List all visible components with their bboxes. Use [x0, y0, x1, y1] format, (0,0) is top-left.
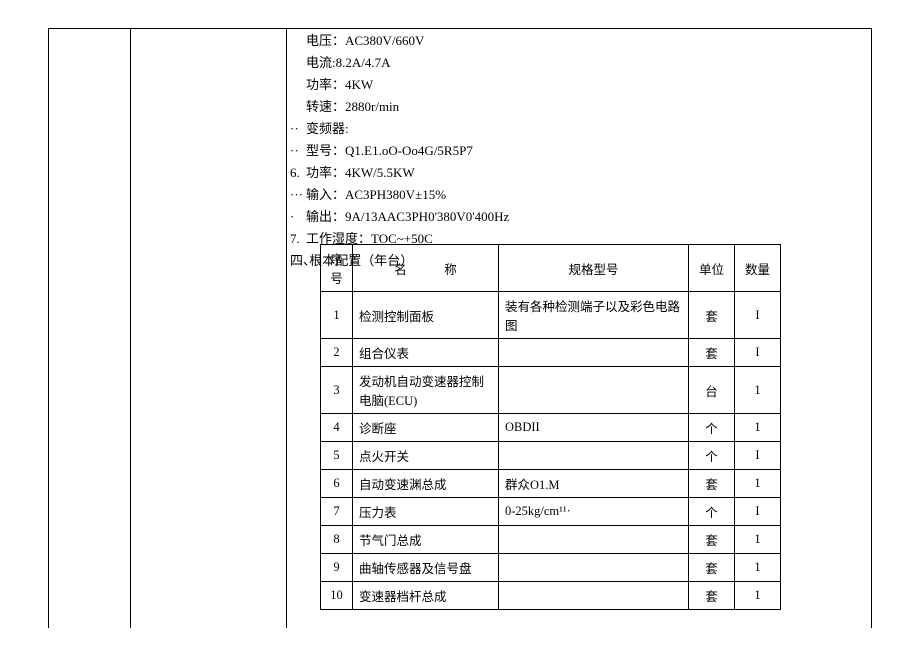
cell-seq: 1 [321, 292, 353, 339]
cell-qty: 1 [735, 367, 781, 414]
cell-name: 节气门总成 [353, 526, 499, 554]
cell-seq: 4 [321, 414, 353, 442]
cell-seq: 8 [321, 526, 353, 554]
spec-label: ··· [290, 184, 306, 206]
cell-spec [499, 554, 689, 582]
table-row: 8节气门总成 套1 [321, 526, 781, 554]
spec-text: 输出：9A/13AAC3PH0'380V0'400Hz [306, 206, 509, 228]
cell-unit: 套 [689, 526, 735, 554]
cell-qty: I [735, 442, 781, 470]
table-row: 1检测控制面板装有各种检测端子以及彩色电路图套I [321, 292, 781, 339]
table-row: 10变速器档杆总成 套1 [321, 582, 781, 610]
cell-seq: 5 [321, 442, 353, 470]
cell-unit: 个 [689, 442, 735, 470]
spec-line: 功率：4KW [290, 74, 870, 96]
cell-unit: 台 [689, 367, 735, 414]
cell-unit: 套 [689, 470, 735, 498]
table-row: 9曲轴传感器及信号盘 套1 [321, 554, 781, 582]
spec-line: ···输入：AC3PH380V±15% [290, 184, 870, 206]
col-header-spec: 规格型号 [499, 245, 689, 292]
cell-qty: 1 [735, 554, 781, 582]
cell-spec: OBDII [499, 414, 689, 442]
spec-label: · [290, 206, 306, 228]
cell-qty: I [735, 292, 781, 339]
cell-seq: 7 [321, 498, 353, 526]
cell-unit: 个 [689, 414, 735, 442]
cell-name: 检测控制面板 [353, 292, 499, 339]
cell-spec [499, 367, 689, 414]
cell-seq: 9 [321, 554, 353, 582]
spec-text: 电流:8.2A/4.7A [306, 52, 391, 74]
spec-text: 功率：4KW [306, 74, 373, 96]
cell-seq: 3 [321, 367, 353, 414]
cell-qty: 1 [735, 470, 781, 498]
cell-spec [499, 339, 689, 367]
col-header-qty: 数量 [735, 245, 781, 292]
cell-unit: 套 [689, 582, 735, 610]
cell-unit: 套 [689, 554, 735, 582]
col-header-seq: 序号 [321, 245, 353, 292]
spec-list: 电压：AC380V/660V电流:8.2A/4.7A功率：4KW转速：2880r… [290, 30, 870, 272]
col-header-name: 名 称 [353, 245, 499, 292]
cell-seq: 2 [321, 339, 353, 367]
spec-line: 转速：2880r/min [290, 96, 870, 118]
cell-spec [499, 582, 689, 610]
table-row: 3发动机自动变速器控制电脑(ECU) 台1 [321, 367, 781, 414]
cell-name: 诊断座 [353, 414, 499, 442]
config-table: 序号 名 称 规格型号 单位 数量 1检测控制面板装有各种检测端子以及彩色电路图… [320, 244, 781, 610]
cell-qty: I [735, 498, 781, 526]
cell-spec [499, 442, 689, 470]
table-row: 5点火开关 个I [321, 442, 781, 470]
cell-name: 点火开关 [353, 442, 499, 470]
cell-seq: 6 [321, 470, 353, 498]
cell-name: 组合仪表 [353, 339, 499, 367]
spec-text: 变频器: [306, 118, 349, 140]
spec-line: ··变频器: [290, 118, 870, 140]
spec-label: ·· [290, 118, 306, 140]
cell-qty: 1 [735, 526, 781, 554]
cell-spec [499, 526, 689, 554]
spec-text: 电压：AC380V/660V [306, 30, 424, 52]
cell-seq: 10 [321, 582, 353, 610]
spec-text: 功率：4KW/5.5KW [306, 162, 415, 184]
table-row: 4诊断座OBDII个1 [321, 414, 781, 442]
cell-name: 压力表 [353, 498, 499, 526]
col-header-unit: 单位 [689, 245, 735, 292]
spec-line: 6.功率：4KW/5.5KW [290, 162, 870, 184]
spec-line: 电流:8.2A/4.7A [290, 52, 870, 74]
cell-unit: 个 [689, 498, 735, 526]
spec-line: ·输出：9A/13AAC3PH0'380V0'400Hz [290, 206, 870, 228]
spec-text: 输入：AC3PH380V±15% [306, 184, 446, 206]
spec-text: 转速：2880r/min [306, 96, 399, 118]
spec-label: ·· [290, 140, 306, 162]
cell-name: 曲轴传感器及信号盘 [353, 554, 499, 582]
table-row: 2组合仪表 套I [321, 339, 781, 367]
cell-name: 变速器档杆总成 [353, 582, 499, 610]
cell-qty: 1 [735, 582, 781, 610]
cell-qty: I [735, 339, 781, 367]
cell-spec: 装有各种检测端子以及彩色电路图 [499, 292, 689, 339]
spec-label: 7. [290, 228, 306, 250]
table-row: 7压力表0-25kg/cm¹¹·个I [321, 498, 781, 526]
spec-line: 电压：AC380V/660V [290, 30, 870, 52]
table-header-row: 序号 名 称 规格型号 单位 数量 [321, 245, 781, 292]
cell-unit: 套 [689, 292, 735, 339]
cell-qty: 1 [735, 414, 781, 442]
cell-name: 自动变速渊总成 [353, 470, 499, 498]
spec-label: 6. [290, 162, 306, 184]
cell-spec: 群众O1.M [499, 470, 689, 498]
spec-line: ··型号：Q1.E1.oO-Oo4G/5R5P7 [290, 140, 870, 162]
section-label: 四、 [290, 250, 306, 272]
outer-col-divider-1 [130, 28, 131, 628]
spec-text: 型号：Q1.E1.oO-Oo4G/5R5P7 [306, 140, 473, 162]
cell-spec: 0-25kg/cm¹¹· [499, 498, 689, 526]
table-row: 6自动变速渊总成群众O1.M套1 [321, 470, 781, 498]
cell-name: 发动机自动变速器控制电脑(ECU) [353, 367, 499, 414]
outer-col-divider-2 [286, 28, 287, 628]
cell-unit: 套 [689, 339, 735, 367]
